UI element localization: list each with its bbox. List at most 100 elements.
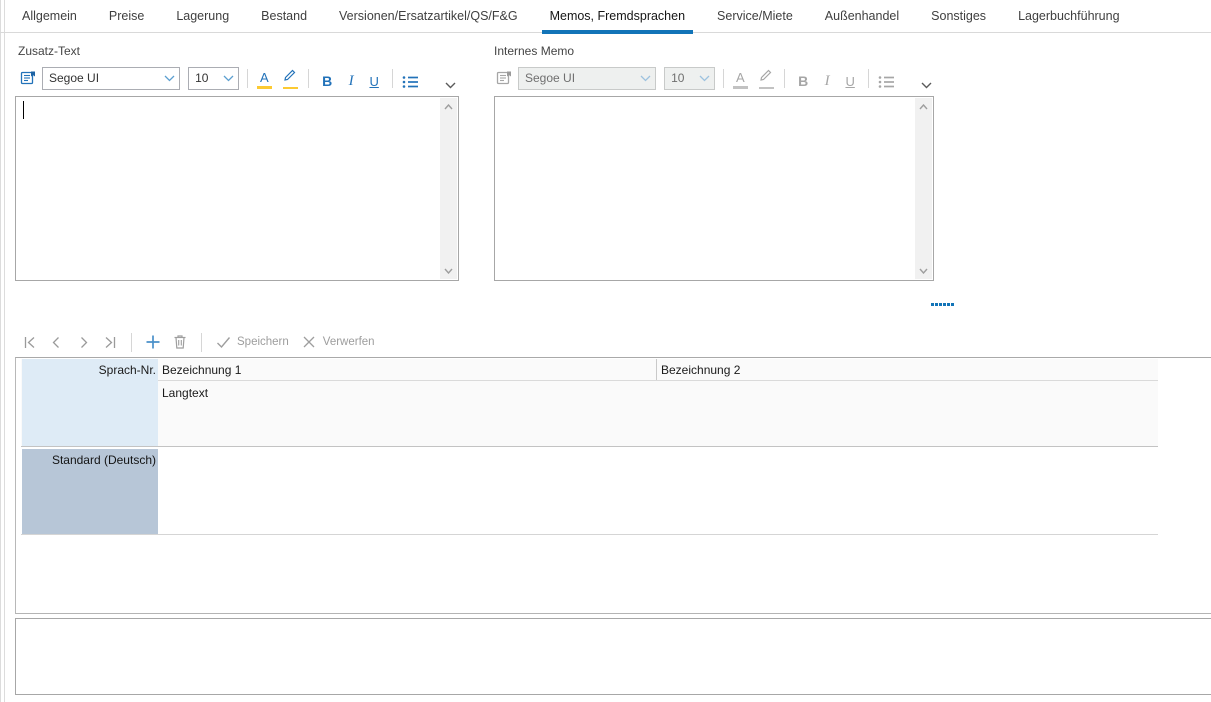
bold-button: B bbox=[794, 67, 812, 89]
save-button[interactable] bbox=[214, 333, 232, 351]
toolbar-separator bbox=[392, 69, 393, 88]
tab-versionen-ersatzartikel[interactable]: Versionen/Ersatzartikel/QS/F&G bbox=[339, 0, 518, 33]
scroll-down-button[interactable] bbox=[440, 262, 457, 279]
toolbar-separator bbox=[201, 333, 202, 352]
internes-memo-editor[interactable] bbox=[494, 96, 934, 281]
tab-allgemein[interactable]: Allgemein bbox=[22, 0, 77, 33]
pencil-icon bbox=[282, 67, 298, 86]
discard-button-label[interactable]: Verwerfen bbox=[323, 336, 375, 348]
window-edge bbox=[0, 0, 5, 702]
resize-handle-dots[interactable] bbox=[931, 303, 954, 306]
scroll-up-button[interactable] bbox=[440, 98, 457, 115]
font-family-value: Segoe UI bbox=[525, 71, 575, 85]
text-module-icon[interactable] bbox=[20, 70, 37, 86]
font-family-value: Segoe UI bbox=[49, 71, 99, 85]
pencil-icon bbox=[758, 67, 774, 86]
row-divider bbox=[21, 534, 1158, 535]
column-separator bbox=[656, 359, 657, 380]
langtext-editor[interactable] bbox=[15, 618, 1211, 695]
discard-button[interactable] bbox=[300, 333, 318, 351]
chevron-down-icon bbox=[445, 82, 456, 89]
first-record-button[interactable] bbox=[20, 333, 38, 351]
highlight-color-button[interactable] bbox=[281, 67, 299, 89]
scroll-up-button[interactable] bbox=[915, 98, 932, 115]
tab-bar: Allgemein Preise Lagerung Bestand Versio… bbox=[0, 0, 1211, 33]
bullet-list-icon bbox=[402, 75, 419, 89]
toolbar-separator bbox=[131, 333, 132, 352]
internes-memo-toolbar: Segoe UI 10 A B bbox=[496, 66, 936, 90]
trash-icon bbox=[172, 334, 188, 350]
grid-row-standard-deutsch[interactable]: Standard (Deutsch) bbox=[21, 448, 1158, 534]
chevron-down-icon bbox=[699, 71, 710, 85]
delete-record-button[interactable] bbox=[171, 333, 189, 351]
chevron-down-icon bbox=[921, 82, 932, 89]
font-color-swatch bbox=[257, 86, 272, 89]
font-size-select: 10 bbox=[664, 67, 714, 90]
language-grid: Sprach-Nr. Bezeichnung 1 Bezeichnung 2 L… bbox=[15, 357, 1211, 614]
chevron-down-icon bbox=[223, 71, 234, 85]
italic-button[interactable]: I bbox=[342, 67, 360, 89]
save-button-label[interactable]: Speichern bbox=[237, 336, 289, 348]
highlight-color-swatch bbox=[759, 87, 774, 89]
font-color-swatch bbox=[733, 86, 748, 89]
underline-button: U bbox=[841, 67, 859, 89]
font-color-button: A bbox=[731, 67, 749, 89]
scroll-down-button[interactable] bbox=[915, 262, 932, 279]
col-header-bezeichnung-1: Bezeichnung 1 bbox=[162, 363, 241, 377]
chevron-down-icon bbox=[164, 71, 175, 85]
scrollbar[interactable] bbox=[915, 98, 932, 279]
toolbar-separator bbox=[723, 69, 724, 88]
tab-service-miete[interactable]: Service/Miete bbox=[717, 0, 793, 33]
cell-bezeichnung-langtext[interactable] bbox=[158, 449, 1157, 534]
zusatz-text-label: Zusatz-Text bbox=[18, 44, 80, 58]
bullet-list-icon bbox=[878, 75, 895, 89]
toolbar-separator bbox=[308, 69, 309, 88]
scrollbar[interactable] bbox=[440, 98, 457, 279]
toolbar-overflow-button[interactable] bbox=[442, 67, 460, 89]
chevron-down-icon bbox=[640, 71, 651, 85]
tab-bestand[interactable]: Bestand bbox=[261, 0, 307, 33]
tab-preise[interactable]: Preise bbox=[109, 0, 144, 33]
record-toolbar: Speichern Verwerfen bbox=[20, 330, 375, 354]
font-size-value: 10 bbox=[671, 71, 684, 85]
memos-fremdsprachen-page: Allgemein Preise Lagerung Bestand Versio… bbox=[0, 0, 1211, 702]
highlight-color-swatch bbox=[283, 87, 298, 89]
toolbar-overflow-button[interactable] bbox=[918, 67, 936, 89]
header-divider bbox=[158, 380, 1158, 381]
zusatz-text-toolbar: Segoe UI 10 A B bbox=[20, 66, 460, 90]
font-family-select: Segoe UI bbox=[518, 67, 656, 90]
tab-aussenhandel[interactable]: Außenhandel bbox=[825, 0, 899, 33]
previous-record-button[interactable] bbox=[47, 333, 65, 351]
next-record-button[interactable] bbox=[74, 333, 92, 351]
toolbar-separator bbox=[784, 69, 785, 88]
bullet-list-button[interactable] bbox=[402, 67, 420, 89]
bold-button[interactable]: B bbox=[318, 67, 336, 89]
underline-button[interactable]: U bbox=[365, 67, 383, 89]
toolbar-separator bbox=[868, 69, 869, 88]
internes-memo-label: Internes Memo bbox=[494, 44, 574, 58]
font-size-select[interactable]: 10 bbox=[188, 67, 238, 90]
tab-memos-fremdsprachen[interactable]: Memos, Fremdsprachen bbox=[550, 0, 685, 33]
add-record-button[interactable] bbox=[144, 333, 162, 351]
tab-lagerung[interactable]: Lagerung bbox=[176, 0, 229, 33]
check-icon bbox=[216, 336, 231, 349]
x-icon bbox=[302, 335, 316, 349]
text-caret bbox=[23, 101, 24, 119]
last-record-button[interactable] bbox=[101, 333, 119, 351]
zusatz-text-editor[interactable] bbox=[15, 96, 459, 281]
font-family-select[interactable]: Segoe UI bbox=[42, 67, 180, 90]
highlight-color-button bbox=[757, 67, 775, 89]
text-module-icon bbox=[496, 70, 513, 86]
tab-lagerbuchfuehrung[interactable]: Lagerbuchführung bbox=[1018, 0, 1119, 33]
col-header-bezeichnung-2: Bezeichnung 2 bbox=[661, 363, 740, 377]
cell-sprach-nr[interactable]: Standard (Deutsch) bbox=[22, 449, 158, 534]
col-header-sprach-nr: Sprach-Nr. bbox=[22, 359, 158, 447]
font-size-value: 10 bbox=[195, 71, 208, 85]
bullet-list-button bbox=[878, 67, 896, 89]
header-bottom-divider bbox=[21, 446, 1158, 447]
italic-button: I bbox=[818, 67, 836, 89]
toolbar-separator bbox=[247, 69, 248, 88]
col-header-langtext: Langtext bbox=[162, 386, 208, 400]
font-color-button[interactable]: A bbox=[255, 67, 273, 89]
tab-sonstiges[interactable]: Sonstiges bbox=[931, 0, 986, 33]
